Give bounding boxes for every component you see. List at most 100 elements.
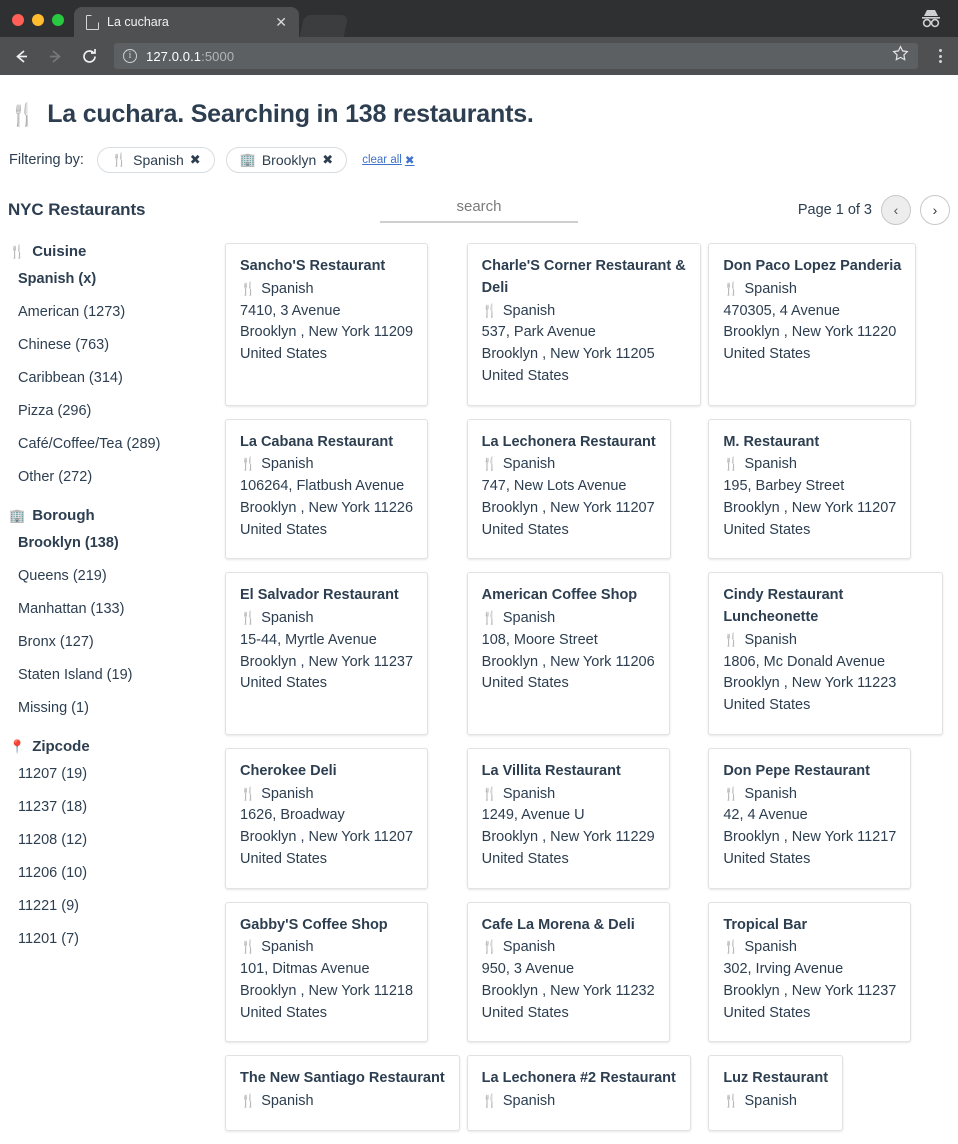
restaurant-card[interactable]: La Lechonera #2 Restaurant 🍴 Spanish [466,1055,691,1131]
restaurant-cuisine: 🍴 Spanish [482,608,655,630]
search-container [380,195,578,223]
restaurant-country: United States [240,675,328,692]
facet-option-11207[interactable]: 11207 (19) [18,766,218,782]
cutlery-icon: 🍴 [110,152,128,167]
facet-option-spanish[interactable]: Spanish (x) [18,271,218,287]
site-info-icon[interactable]: i [123,49,137,63]
restaurant-country: United States [723,521,811,538]
restaurant-cuisine: 🍴 Spanish [240,279,413,301]
restaurant-card-cell: Charle'S Corner Restaurant & Deli 🍴 Spanis… [466,243,709,419]
restaurant-street: 537, Park Avenue [481,324,596,341]
address-bar[interactable]: i 127.0.0.1:5000 [114,43,918,69]
restaurant-card[interactable]: La Lechonera Restaurant 🍴 Spanish 747, New … [466,418,671,560]
facet-option-queens[interactable]: Queens (219) [18,568,218,584]
close-tab-icon[interactable]: ✕ [271,13,291,31]
facet-option-cafe-coffee-tea[interactable]: Café/Coffee/Tea (289) [18,436,218,452]
new-tab-button[interactable] [299,15,349,37]
facet-option-other[interactable]: Other (272) [18,469,218,485]
restaurant-name: Don Pepe Restaurant [723,762,870,779]
restaurant-card[interactable]: Don Pepe Restaurant 🍴 Spanish 42, 4 Avenue B… [708,747,912,889]
restaurant-cuisine: 🍴 Spanish [723,937,896,959]
cutlery-icon: 🍴 [9,243,26,259]
filter-pill-label: Brooklyn [261,152,317,168]
remove-filter-icon[interactable]: ✖ [322,152,333,168]
restaurant-card[interactable]: Cherokee Deli 🍴 Spanish 1626, Broadway Brook… [225,747,429,889]
restaurant-card[interactable]: Sancho'S Restaurant 🍴 Spanish 7410, 3 Avenu… [225,243,429,406]
next-page-button[interactable]: › [920,195,950,225]
facet-option-american[interactable]: American (1273) [18,304,218,320]
search-input[interactable] [380,195,578,223]
incognito-icon [922,10,940,28]
restaurant-card-cell: La Lechonera #2 Restaurant 🍴 Spanish [466,1055,709,1144]
facet-option-11208[interactable]: 11208 (12) [18,832,218,848]
facet-header-cuisine: 🍴 Cuisine [9,243,218,260]
restaurant-cuisine-label: Spanish [261,280,314,297]
restaurant-cuisine: 🍴 Spanish [723,279,901,301]
restaurant-city: Brooklyn , New York 11207 [481,499,655,516]
restaurant-name: La Lechonera #2 Restaurant [481,1070,676,1087]
facet-option-11206[interactable]: 11206 (10) [18,865,218,881]
restaurant-card[interactable]: La Villita Restaurant 🍴 Spanish 1249, Avenu… [466,747,670,889]
cutlery-icon: 🍴 [723,785,740,801]
restaurant-country: United States [481,521,569,538]
close-window-button[interactable] [12,14,24,26]
facet-option-11221[interactable]: 11221 (9) [18,898,218,914]
page-favicon-icon [86,14,100,30]
restaurant-cuisine: 🍴 Spanish [723,630,928,652]
facet-option-chinese[interactable]: Chinese (763) [18,337,218,353]
restaurant-card-cell: Luz Restaurant 🍴 Spanish [708,1055,950,1144]
restaurant-card[interactable]: Cindy Restaurant Luncheonette 🍴 Spanish 180… [708,572,943,735]
facet-option-staten-island[interactable]: Staten Island (19) [18,667,218,683]
restaurant-cuisine-label: Spanish [502,610,556,626]
restaurant-card[interactable]: American Coffee Shop 🍴 Spanish 108, Moore S… [466,572,670,735]
maximize-window-button[interactable] [52,14,64,26]
facet-option-11201[interactable]: 11201 (7) [18,931,218,947]
browser-menu-icon[interactable] [932,49,948,63]
restaurant-card[interactable]: Tropical Bar 🍴 Spanish 302, Irving Avenue Br… [708,901,912,1043]
restaurant-card[interactable]: Luz Restaurant 🍴 Spanish [708,1055,844,1131]
filter-pill-borough[interactable]: 🏢 Brooklyn ✖ [225,147,348,173]
restaurant-card[interactable]: El Salvador Restaurant 🍴 Spanish 15-44, Myr… [225,572,429,735]
clear-all-filters-link[interactable]: clear all ✖ [362,153,414,167]
reload-button[interactable] [78,45,100,67]
restaurant-card[interactable]: Cafe La Morena & Deli 🍴 Spanish 950, 3 Aven… [466,901,670,1043]
restaurant-card-cell: El Salvador Restaurant 🍴 Spanish 15-44, Myr… [225,572,467,748]
minimize-window-button[interactable] [32,14,44,26]
filter-pill-cuisine[interactable]: 🍴 Spanish ✖ [96,147,215,173]
restaurant-card[interactable]: The New Santiago Restaurant 🍴 Spanish [225,1055,460,1131]
restaurant-name: Sancho'S Restaurant [240,258,386,274]
restaurant-city: Brooklyn , New York 11205 [481,346,655,362]
restaurant-street: 106264, Flatbush Avenue [240,478,405,494]
facet-option-missing[interactable]: Missing (1) [18,700,218,716]
restaurant-card[interactable]: Gabby'S Coffee Shop 🍴 Spanish 101, Ditmas A… [225,901,429,1043]
restaurant-city: Brooklyn , New York 11206 [481,653,655,670]
facet-option-pizza[interactable]: Pizza (296) [18,403,218,419]
facet-option-brooklyn[interactable]: Brooklyn (138) [18,535,218,551]
restaurant-card-grid: Sancho'S Restaurant 🍴 Spanish 7410, 3 Avenu… [225,243,950,1144]
restaurant-cuisine: 🍴 Spanish [482,784,655,806]
bookmark-star-icon[interactable] [892,45,909,67]
filtering-by-label: Filtering by: [9,152,84,168]
restaurant-card[interactable]: La Cabana Restaurant 🍴 Spanish 106264, Flat… [225,418,429,560]
restaurant-name: Cindy Restaurant Luncheonette [723,587,844,625]
cutlery-icon: 🍴 [723,631,740,647]
building-icon: 🏢 [239,152,256,167]
restaurant-card-cell: American Coffee Shop 🍴 Spanish 108, Moore S… [466,572,709,748]
cutlery-icon: 🍴 [240,785,257,801]
restaurant-card[interactable]: Don Paco Lopez Panderia 🍴 Spanish 470305, 4… [708,243,917,406]
restaurant-cuisine: 🍴 Spanish [240,454,413,476]
facet-option-caribbean[interactable]: Caribbean (314) [18,370,218,386]
facet-option-11237[interactable]: 11237 (18) [18,799,218,815]
back-button[interactable] [10,45,32,67]
location-pin-icon: 📍 [9,738,26,754]
restaurant-card-cell: Don Pepe Restaurant 🍴 Spanish 42, 4 Avenue B… [708,747,950,902]
restaurant-cuisine: 🍴 Spanish [240,1091,445,1113]
restaurant-card[interactable]: M. Restaurant 🍴 Spanish 195, Barbey Street B… [708,418,912,560]
restaurant-card[interactable]: Charle'S Corner Restaurant & Deli 🍴 Spanis… [466,243,702,406]
browser-tab[interactable]: La cuchara ✕ [74,7,299,37]
facet-option-bronx[interactable]: Bronx (127) [18,634,218,650]
facet-option-manhattan[interactable]: Manhattan (133) [18,601,218,617]
remove-filter-icon[interactable]: ✖ [190,152,201,168]
previous-page-button[interactable]: ‹ [881,195,911,225]
restaurant-cuisine: 🍴 Spanish [482,1091,676,1113]
